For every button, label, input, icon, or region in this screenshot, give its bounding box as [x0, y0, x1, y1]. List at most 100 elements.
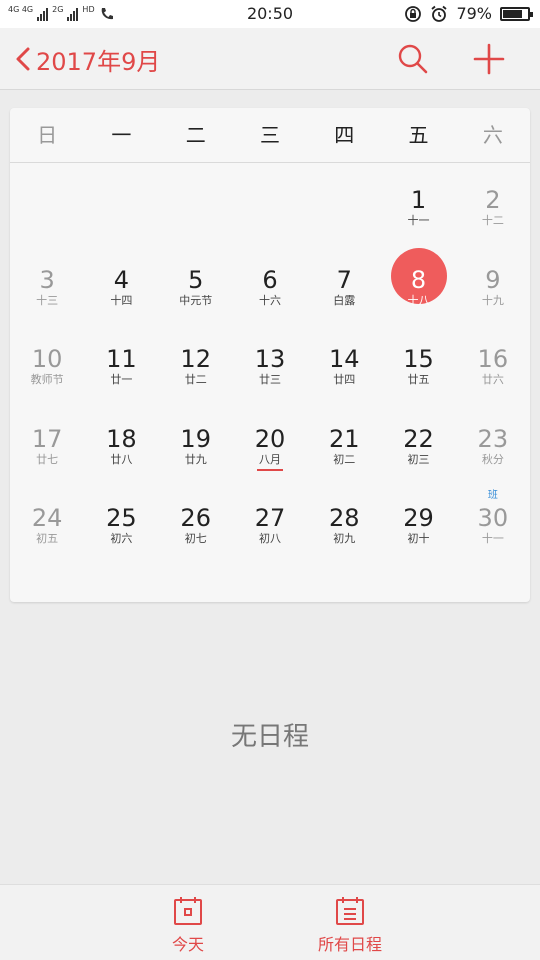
day-cell[interactable]: 5 中元节	[159, 244, 233, 324]
lunar-date: 八月	[258, 452, 281, 466]
bottom-bar: 今天 所有日程	[0, 884, 540, 960]
lunar-date: 廿三	[258, 373, 281, 386]
day-number: 11	[106, 345, 137, 373]
day-cell[interactable]: 6 十六	[233, 244, 307, 324]
lunar-date: 廿九	[184, 452, 207, 466]
day-cell[interactable]: 17 廿七	[10, 403, 84, 483]
status-bar: 4G 4G 2G HD 20:50 79%	[0, 0, 540, 28]
weekday-label: 日	[37, 123, 58, 147]
weekday-header: 日一二三四五六	[10, 108, 530, 163]
weekday-label: 二	[185, 123, 206, 147]
lunar-date: 十九	[481, 293, 504, 307]
calendar-header: 2017年9月	[0, 28, 540, 90]
day-number: 9	[485, 265, 501, 294]
lunar-date: 初七	[184, 532, 207, 545]
lunar-date: 廿二	[184, 373, 207, 386]
day-number: 30	[477, 504, 509, 532]
day-cell[interactable]: 24 初五	[10, 482, 84, 562]
day-number: 25	[106, 504, 137, 532]
day-cell[interactable]: 1 十一	[381, 164, 455, 244]
day-cell[interactable]: 10 教师节	[10, 323, 84, 403]
week-row: 3 十三 4 十四 5 中元节 6 十六 7 白露 8 十八 9 十九	[10, 244, 530, 324]
weekday-label: 一	[111, 123, 132, 147]
lunar-date: 十四	[110, 293, 133, 307]
day-cell[interactable]: 2 十二	[456, 164, 530, 244]
day-cell[interactable]: 4 十四	[84, 244, 158, 324]
lunar-date: 廿七	[36, 452, 59, 466]
day-number: 28	[328, 504, 360, 532]
weekday-label: 四	[334, 123, 355, 147]
status-right: 79%	[404, 4, 533, 23]
battery-fill	[503, 9, 522, 18]
day-cell[interactable]: 12 廿二	[159, 323, 233, 403]
day-number: 17	[31, 424, 63, 453]
day-cell[interactable]: 13 廿三	[233, 323, 307, 403]
empty-day-cell	[307, 164, 381, 244]
calendar-card: 日一二三四五六 1 十一 2 十二 3 十三 4 十四 5 中元节 6 十六 7 白露 8 十八 9 十九 10 教师…	[10, 108, 530, 602]
day-number: 20	[254, 424, 286, 453]
lunar-date: 廿八	[110, 452, 133, 466]
day-number: 14	[328, 345, 360, 373]
day-cell[interactable]: 14 廿四	[307, 323, 381, 403]
back-button[interactable]: 2017年9月	[14, 40, 160, 78]
search-button[interactable]	[396, 42, 430, 76]
empty-day-cell	[233, 164, 307, 244]
weekday-label: 三	[259, 123, 280, 147]
lunar-date: 十六	[258, 293, 281, 307]
day-number: 22	[403, 424, 434, 453]
day-cell[interactable]: 23 秋分	[456, 403, 530, 483]
day-cell[interactable]: 26 初七	[159, 482, 233, 562]
day-number: 4	[113, 265, 130, 294]
day-cell[interactable]: 18 廿八	[84, 403, 158, 483]
day-number: 5	[188, 265, 204, 294]
day-number: 26	[180, 504, 211, 532]
lunar-date: 十三	[36, 293, 59, 307]
month-start-marker	[256, 468, 283, 471]
empty-day-cell	[10, 164, 84, 244]
day-cell[interactable]: 20 八月	[233, 403, 307, 483]
chevron-left-icon	[16, 47, 30, 71]
day-cell[interactable]: 25 初六	[84, 482, 158, 562]
lunar-date: 廿四	[333, 373, 356, 386]
week-row: 24 初五 25 初六 26 初七 27 初八 28 初九 29 初十班 30 十一	[10, 482, 530, 562]
today-day-cell[interactable]: 8 十八	[381, 244, 455, 324]
day-cell[interactable]: 11 廿一	[84, 323, 158, 403]
weekday-label: 六	[482, 123, 503, 147]
lunar-date: 初三	[407, 452, 430, 466]
day-cell[interactable]: 9 十九	[456, 244, 530, 324]
rotation-lock-icon	[405, 5, 422, 22]
calendar-list-icon	[336, 897, 364, 925]
month-title: 2017年9月	[36, 47, 161, 76]
day-number: 21	[328, 424, 360, 453]
lunar-date: 初五	[36, 532, 59, 545]
lunar-date: 中元节	[179, 293, 213, 307]
lunar-date: 初二	[333, 452, 356, 466]
day-cell[interactable]: 15 廿五	[381, 323, 455, 403]
search-icon	[398, 44, 428, 74]
day-cell[interactable]: 16 廿六	[456, 323, 530, 403]
day-cell[interactable]: 3 十三	[10, 244, 84, 324]
lunar-date: 初九	[333, 532, 356, 545]
day-cell[interactable]: 27 初八	[233, 482, 307, 562]
day-cell[interactable]: 7 白露	[307, 244, 381, 324]
day-number: 29	[403, 504, 434, 532]
day-number: 18	[106, 424, 137, 453]
lunar-date: 廿一	[110, 373, 133, 386]
day-cell[interactable]: 22 初三	[381, 403, 455, 483]
all-events-tab[interactable]: 所有日程	[290, 895, 410, 955]
battery-percent: 79%	[456, 4, 492, 23]
lunar-date: 十一	[407, 214, 430, 227]
day-cell[interactable]: 19 廿九	[159, 403, 233, 483]
day-cell[interactable]: 21 初二	[307, 403, 381, 483]
battery-icon	[500, 6, 533, 21]
calendar-grid: 1 十一 2 十二 3 十三 4 十四 5 中元节 6 十六 7 白露 8 十八 9 十九 10 教师节 11 廿一 12 廿…	[10, 164, 530, 562]
day-cell[interactable]: 班 30 十一	[456, 482, 530, 562]
day-number: 1	[410, 186, 427, 214]
add-event-button[interactable]	[472, 42, 506, 76]
day-cell[interactable]: 29 初十	[381, 482, 455, 562]
day-cell[interactable]: 28 初九	[307, 482, 381, 562]
lunar-date: 初八	[258, 532, 281, 545]
calendar-today-icon	[174, 897, 202, 925]
today-tab[interactable]: 今天	[128, 895, 248, 955]
lunar-date: 廿五	[407, 373, 430, 386]
